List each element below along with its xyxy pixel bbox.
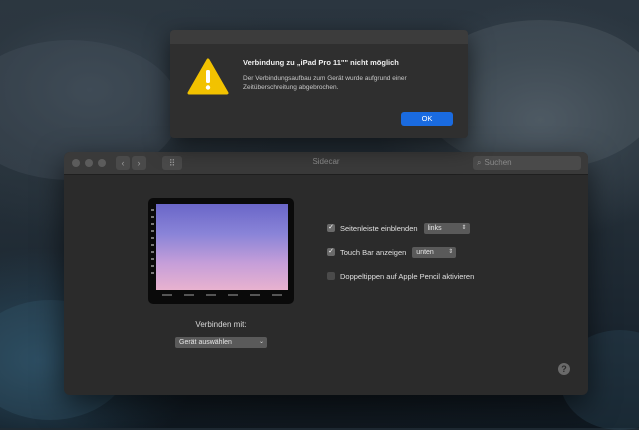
sidecar-preferences-window: ‹ › ⠿ Sidecar ⌕ Suchen Verbinden mit: Ger… xyxy=(64,152,588,395)
show-touchbar-label: Touch Bar anzeigen xyxy=(340,247,407,257)
show-sidebar-checkbox[interactable]: ✓ xyxy=(327,224,335,232)
touchbar-position-popup[interactable]: unten ⇕ xyxy=(412,246,457,258)
pencil-doubletap-checkbox[interactable] xyxy=(327,272,335,280)
sidebar-position-popup[interactable]: links ⇕ xyxy=(423,222,470,234)
ok-button[interactable]: OK xyxy=(401,112,453,126)
warning-icon xyxy=(187,58,229,95)
alert-message: Der Verbindungsaufbau zum Gerät wurde au… xyxy=(243,75,407,91)
sidebar-position-value: links xyxy=(427,224,442,232)
updown-chevron-icon: ⇕ xyxy=(461,224,467,231)
touchbar-position-value: unten xyxy=(416,248,434,256)
connect-to-label: Verbinden mit: xyxy=(195,320,247,329)
help-button[interactable]: ? xyxy=(558,363,570,375)
ipad-preview-image xyxy=(148,198,294,304)
show-touchbar-checkbox[interactable]: ✓ xyxy=(327,248,335,256)
search-icon: ⌕ xyxy=(477,158,482,167)
pencil-doubletap-label: Doppeltippen auf Apple Pencil aktivieren xyxy=(340,271,475,281)
ipad-sidebar-preview xyxy=(150,204,155,290)
option-pencil-doubletap: Doppeltippen auf Apple Pencil aktivieren xyxy=(327,270,480,282)
option-show-sidebar: ✓ Seitenleiste einblenden links ⇕ xyxy=(327,222,470,234)
updown-chevron-icon: ⇕ xyxy=(448,248,454,255)
search-placeholder: Suchen xyxy=(484,158,512,167)
alert-title: Verbindung zu „iPad Pro 11"" nicht mögli… xyxy=(243,58,399,67)
search-field[interactable]: ⌕ Suchen xyxy=(473,156,581,170)
device-select-popup[interactable]: Gerät auswählen ⌄ xyxy=(175,337,267,348)
connection-error-alert: Verbindung zu „iPad Pro 11"" nicht mögli… xyxy=(170,30,468,138)
show-sidebar-label: Seitenleiste einblenden xyxy=(340,223,418,233)
alert-header-strip xyxy=(170,30,468,44)
ipad-screen-preview xyxy=(156,204,288,290)
device-select-value: Gerät auswählen xyxy=(179,339,232,346)
ipad-touchbar-preview xyxy=(156,292,288,298)
chevron-down-icon: ⌄ xyxy=(258,339,264,345)
window-titlebar: ‹ › ⠿ Sidecar ⌕ Suchen xyxy=(64,152,588,175)
option-show-touchbar: ✓ Touch Bar anzeigen unten ⇕ xyxy=(327,246,457,258)
